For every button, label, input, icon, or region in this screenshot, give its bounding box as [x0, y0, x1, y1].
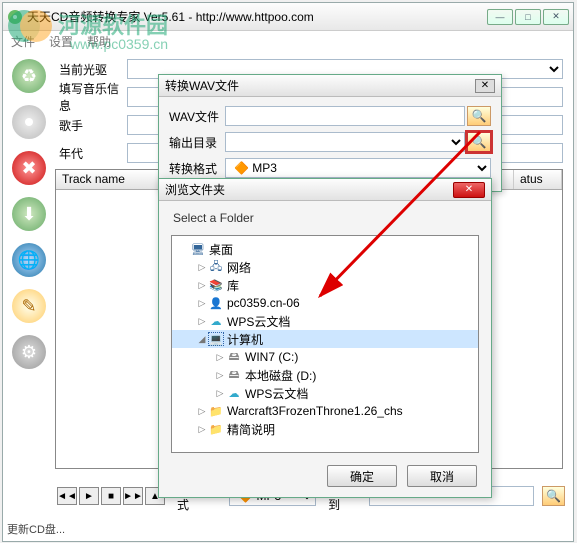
- expand-icon[interactable]: ▷: [214, 352, 226, 363]
- folder-prompt: Select a Folder: [159, 201, 491, 231]
- wav-format-select[interactable]: 🔶 MP3: [225, 158, 491, 178]
- wav-dialog-titlebar: 转换WAV文件 ✕: [159, 75, 501, 97]
- cloud-icon: ☁: [208, 314, 224, 328]
- prev-button[interactable]: ◄◄: [57, 487, 77, 505]
- tree-node[interactable]: ▷📁Warcraft3FrozenThrone1.26_chs: [172, 402, 478, 420]
- edit-icon[interactable]: ✎: [12, 289, 46, 323]
- saveto-browse-button[interactable]: 🔍: [542, 486, 565, 506]
- tree-node-label: 库: [227, 277, 239, 294]
- folder-dialog-close-button[interactable]: ✕: [453, 182, 485, 198]
- tree-node-label: WPS云文档: [245, 385, 308, 402]
- tree-node[interactable]: ▷☁WPS云文档: [172, 384, 478, 402]
- tree-node[interactable]: 🖥桌面: [172, 240, 478, 258]
- expand-icon[interactable]: ▷: [196, 424, 208, 435]
- app-title: 天天CD音频转换专家 Ver5.61 - http://www.httpoo.c…: [27, 8, 487, 25]
- outdir-select[interactable]: [225, 132, 465, 152]
- folder-dialog-title: 浏览文件夹: [165, 181, 453, 198]
- drive-label: 当前光驱: [55, 61, 127, 78]
- globe-icon[interactable]: 🌐: [12, 243, 46, 277]
- expand-icon[interactable]: ▷: [196, 406, 208, 417]
- wav-format-label: 转换格式: [169, 160, 225, 177]
- tree-node-label: 本地磁盘 (D:): [245, 367, 316, 384]
- tree-node-label: WIN7 (C:): [245, 350, 298, 364]
- tree-node-label: 精简说明: [227, 421, 275, 438]
- pc-icon: 💻: [208, 332, 224, 346]
- tree-node[interactable]: ▷📁精简说明: [172, 420, 478, 438]
- tree-node-label: WPS云文档: [227, 313, 290, 330]
- tree-node[interactable]: ▷👤pc0359.cn-06: [172, 294, 478, 312]
- hdd-icon: 🖴: [226, 350, 242, 364]
- wav-dialog-title: 转换WAV文件: [165, 77, 475, 94]
- menu-settings[interactable]: 设置: [49, 33, 73, 50]
- stop-button[interactable]: ■: [101, 487, 121, 505]
- download-icon[interactable]: ⬇: [12, 197, 46, 231]
- status-bar: 更新CD盘...: [7, 521, 65, 537]
- lib-icon: 📚: [208, 278, 224, 292]
- expand-icon[interactable]: ▷: [214, 370, 226, 381]
- playback-controls: ◄◄ ► ■ ►► ▲: [57, 487, 165, 505]
- tree-node[interactable]: ▷☁WPS云文档: [172, 312, 478, 330]
- tree-node-label: 桌面: [209, 241, 233, 258]
- tree-node[interactable]: ▷🖧网络: [172, 258, 478, 276]
- tree-node-label: 网络: [227, 259, 251, 276]
- wavfile-browse-button[interactable]: 🔍: [467, 106, 491, 126]
- expand-icon[interactable]: ▷: [196, 280, 208, 291]
- disc-icon[interactable]: [12, 105, 46, 139]
- settings-icon[interactable]: ⚙: [12, 335, 46, 369]
- cancel-icon[interactable]: ✖: [12, 151, 46, 185]
- outdir-label: 输出目录: [169, 134, 225, 151]
- user-icon: 👤: [208, 296, 224, 310]
- menu-help[interactable]: 帮助: [87, 33, 111, 50]
- close-button[interactable]: ✕: [543, 9, 569, 25]
- outdir-browse-button[interactable]: 🔍: [467, 132, 491, 152]
- cloud-icon: ☁: [226, 386, 242, 400]
- singer-label: 歌手: [55, 117, 127, 134]
- tree-node-label: 计算机: [227, 331, 263, 348]
- folder-tree[interactable]: 🖥桌面▷🖧网络▷📚库▷👤pc0359.cn-06▷☁WPS云文档◢💻计算机▷🖴W…: [171, 235, 479, 453]
- hdd-icon: 🖴: [226, 368, 242, 382]
- expand-icon[interactable]: ▷: [196, 262, 208, 273]
- expand-icon[interactable]: ▷: [196, 316, 208, 327]
- expand-icon[interactable]: ▷: [214, 388, 226, 399]
- maximize-button[interactable]: □: [515, 9, 541, 25]
- window-buttons: — □ ✕: [487, 9, 569, 25]
- play-button[interactable]: ►: [79, 487, 99, 505]
- tree-node[interactable]: ▷🖴WIN7 (C:): [172, 348, 478, 366]
- tree-node[interactable]: ▷📚库: [172, 276, 478, 294]
- folder-icon: 📁: [208, 404, 224, 418]
- next-button[interactable]: ►►: [123, 487, 143, 505]
- tree-node[interactable]: ▷🖴本地磁盘 (D:): [172, 366, 478, 384]
- wav-convert-dialog: 转换WAV文件 ✕ WAV文件 🔍 输出目录 🔍 转换格式 🔶 MP3: [158, 74, 502, 192]
- menubar: 文件 设置 帮助: [3, 31, 573, 51]
- cancel-button[interactable]: 取消: [407, 465, 477, 487]
- menu-file[interactable]: 文件: [11, 33, 35, 50]
- tree-node-label: pc0359.cn-06: [227, 296, 300, 310]
- wav-dialog-close-button[interactable]: ✕: [475, 79, 495, 93]
- folder-dialog-titlebar: 浏览文件夹 ✕: [159, 179, 491, 201]
- desktop-icon: 🖥: [190, 242, 206, 256]
- app-icon: [7, 9, 23, 25]
- tree-node[interactable]: ◢💻计算机: [172, 330, 478, 348]
- titlebar: 天天CD音频转换专家 Ver5.61 - http://www.httpoo.c…: [3, 3, 573, 31]
- net-icon: 🖧: [208, 260, 224, 274]
- wavfile-label: WAV文件: [169, 108, 225, 125]
- expand-icon[interactable]: ▷: [196, 298, 208, 309]
- year-label: 年代: [55, 145, 127, 162]
- musicinfo-label: 填写音乐信息: [55, 80, 127, 114]
- tree-node-label: Warcraft3FrozenThrone1.26_chs: [227, 404, 403, 418]
- col-status[interactable]: atus: [514, 170, 562, 189]
- sidebar: ♻ ✖ ⬇ 🌐 ✎ ⚙: [3, 51, 55, 489]
- wavfile-input[interactable]: [225, 106, 465, 126]
- ok-button[interactable]: 确定: [327, 465, 397, 487]
- folder-browse-dialog: 浏览文件夹 ✕ Select a Folder 🖥桌面▷🖧网络▷📚库▷👤pc03…: [158, 178, 492, 498]
- folder-icon: 📁: [208, 422, 224, 436]
- refresh-icon[interactable]: ♻: [12, 59, 46, 93]
- expand-icon[interactable]: ◢: [196, 334, 208, 345]
- minimize-button[interactable]: —: [487, 9, 513, 25]
